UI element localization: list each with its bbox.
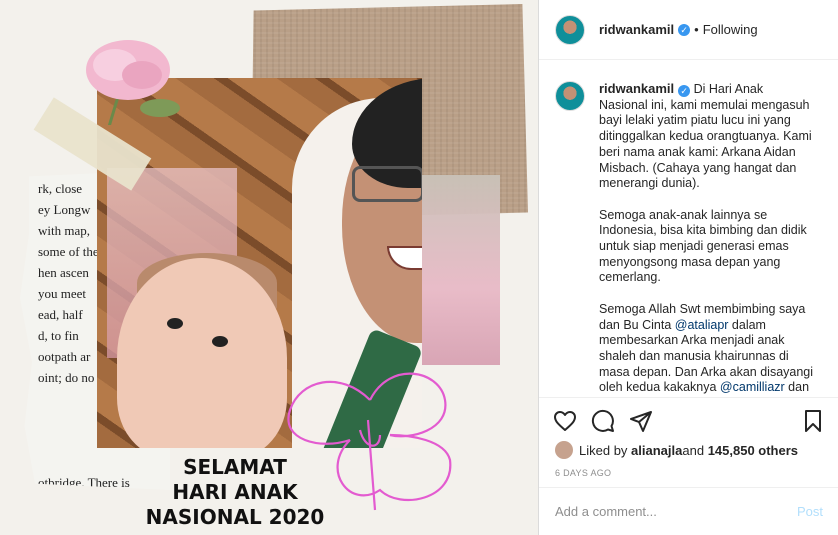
post-timestamp[interactable]: 6 DAYS AGO: [555, 468, 611, 478]
following-button[interactable]: Following: [703, 22, 758, 37]
bookmark-icon: [805, 409, 821, 432]
action-bar: [539, 397, 838, 443]
comment-input[interactable]: [555, 504, 797, 519]
avatar[interactable]: [555, 14, 585, 45]
caption-username[interactable]: ridwankamil: [599, 81, 674, 96]
instagram-post-view: rk, close ey Longw with map, some of the…: [0, 0, 838, 535]
like-button[interactable]: [553, 409, 577, 433]
avatar[interactable]: [555, 441, 573, 459]
post-side-panel: ridwankamil ✓ • Following ridwankamil ✓ D…: [538, 0, 838, 535]
post-comment-button[interactable]: Post: [797, 504, 823, 519]
mention-link[interactable]: @ataliapr: [675, 318, 729, 332]
avatar[interactable]: [555, 81, 585, 111]
likes-summary: Liked by alianajla and 145,850 others: [555, 441, 798, 459]
verified-icon: ✓: [678, 85, 691, 97]
caption-section: ridwankamil ✓ Di Hari Anak Nasional ini, …: [539, 61, 838, 396]
flower-photo-card: [420, 175, 500, 365]
likes-middle: and: [682, 442, 705, 458]
caption-paragraph: dan: [784, 380, 810, 395]
share-button[interactable]: [629, 409, 653, 433]
headline-line: NASIONAL 2020: [145, 505, 325, 529]
post-header: ridwankamil ✓ • Following: [539, 0, 838, 60]
rose-illustration: [86, 40, 180, 125]
caption-paragraph: Di Hari Anak Nasional ini, kami memulai …: [599, 82, 812, 191]
header-username[interactable]: ridwankamil: [599, 22, 674, 37]
heart-icon: [554, 410, 576, 431]
mention-link[interactable]: @camilliazr: [720, 380, 785, 394]
likes-prefix: Liked by: [579, 442, 628, 458]
headline-line: HARI ANAK: [172, 480, 298, 504]
comment-icon: [591, 409, 614, 432]
likes-count[interactable]: 145,850 others: [708, 443, 798, 458]
verified-icon: ✓: [678, 23, 691, 36]
post-image[interactable]: rk, close ey Longw with map, some of the…: [0, 0, 538, 535]
caption-paragraph: Semoga anak-anak lainnya se Indonesia, b…: [599, 207, 807, 285]
save-button[interactable]: [801, 409, 825, 433]
post-headline: SELAMAT HARI ANAK NASIONAL 2020: [120, 455, 350, 530]
headline-line: SELAMAT: [183, 455, 287, 479]
share-icon: [630, 410, 652, 432]
caption-text: ridwankamil ✓ Di Hari Anak Nasional ini, …: [599, 81, 814, 396]
comment-bar: Post: [539, 487, 838, 535]
comment-button[interactable]: [591, 409, 615, 433]
liker-username[interactable]: alianajla: [631, 443, 682, 458]
separator-dot: •: [694, 22, 699, 37]
